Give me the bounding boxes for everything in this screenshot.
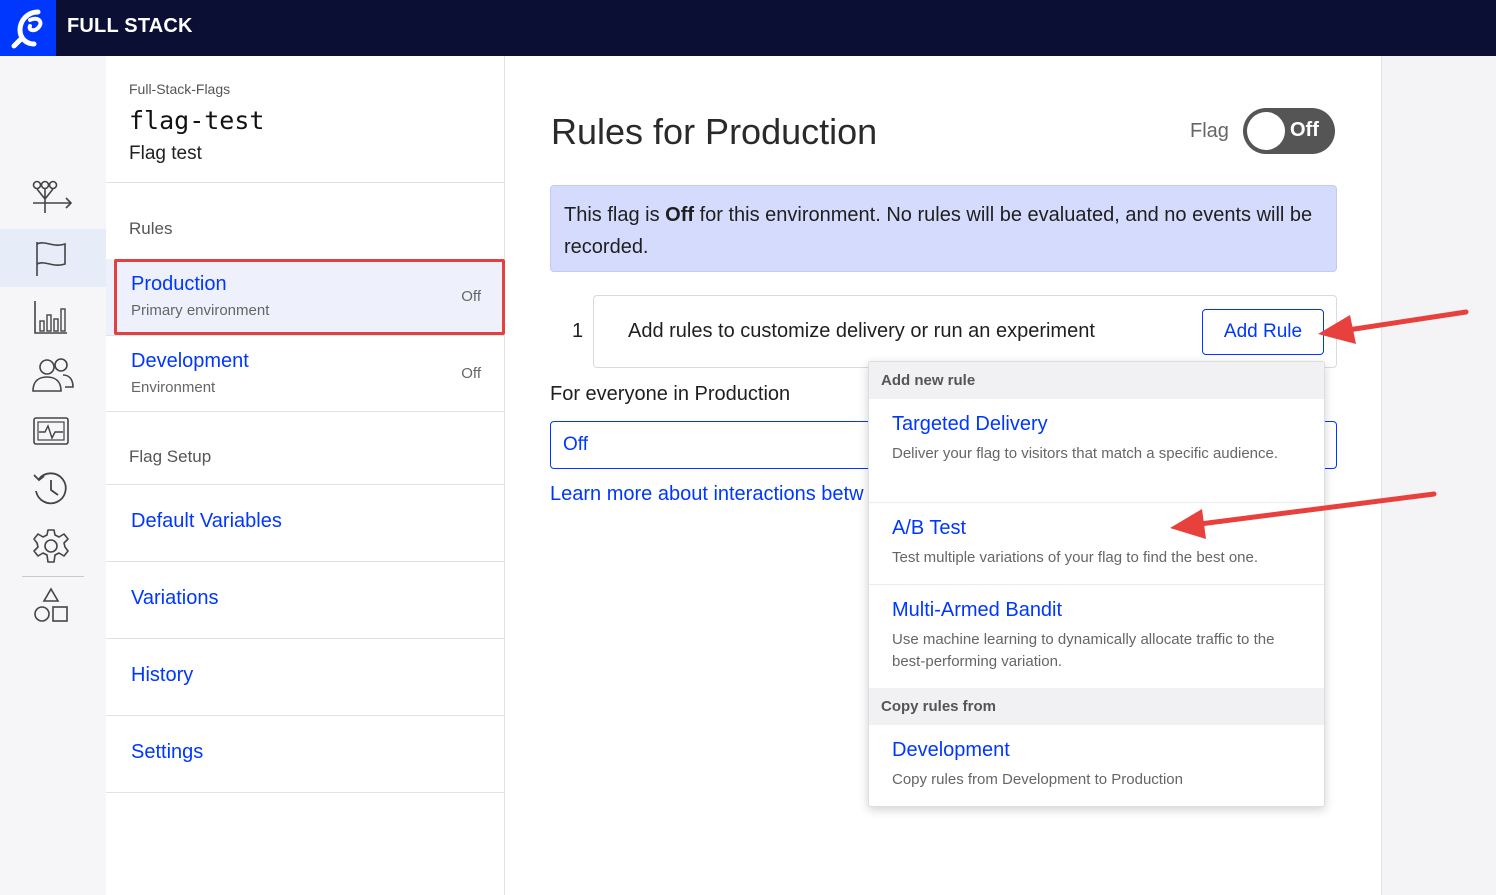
menu-item-title: A/B Test [892, 517, 967, 539]
rail-audiences[interactable] [0, 346, 106, 404]
env-status: Off [461, 365, 481, 382]
menu-item-title: Multi-Armed Bandit [892, 599, 1063, 621]
annotation-highlight-box [114, 259, 505, 335]
env-subtitle: Environment [131, 379, 216, 396]
nav-variations[interactable]: Variations [106, 562, 505, 639]
flows-icon [32, 180, 73, 213]
rail-settings[interactable] [0, 518, 106, 576]
nav-link-label: Variations [131, 587, 219, 609]
menu-item-title: Targeted Delivery [892, 413, 1048, 435]
audiences-icon [32, 358, 74, 392]
menu-item-description: Test multiple variations of your flag to… [892, 549, 1259, 566]
dropdown-section-header: Add new rule [869, 362, 1324, 399]
flag-icon [36, 242, 66, 276]
menu-item-description: Use machine learning to dynamically allo… [892, 631, 1275, 670]
optimizely-logo-icon[interactable] [0, 0, 56, 56]
product-name: FULL STACK [67, 15, 193, 37]
flag-key: flag-test [129, 106, 265, 135]
banner-text-pre: This flag is [564, 204, 666, 226]
flag-nav-panel: Full-Stack-Flags flag-test Flag test Rul… [106, 56, 505, 895]
rail-shapes[interactable] [0, 577, 106, 635]
flag-off-banner: This flag is Off for this environment. N… [550, 185, 1337, 272]
env-development[interactable]: Development Environment Off [106, 336, 505, 412]
rule-number: 1 [572, 320, 584, 342]
env-name: Development [131, 350, 249, 372]
rail-flags[interactable] [0, 229, 106, 287]
events-icon [33, 417, 69, 445]
rail-reports[interactable] [0, 288, 106, 346]
project-name[interactable]: Full-Stack-Flags [129, 81, 230, 97]
section-label: Copy rules from [881, 698, 997, 715]
menu-item-targeted-delivery[interactable]: Targeted Delivery Deliver your flag to v… [869, 399, 1324, 503]
nav-history[interactable]: History [106, 639, 505, 716]
toggle-state: Off [1290, 119, 1319, 141]
nav-default-variables[interactable]: Default Variables [106, 485, 505, 562]
nav-divider [106, 411, 505, 412]
icon-rail [0, 56, 106, 895]
rail-flows[interactable] [0, 170, 106, 228]
rail-events[interactable] [0, 403, 106, 461]
flag-toggle-label: Flag [1190, 120, 1229, 142]
menu-item-multi-armed-bandit[interactable]: Multi-Armed Bandit Use machine learning … [869, 585, 1324, 688]
add-rule-dropdown: Add new rule Targeted Delivery Deliver y… [868, 361, 1325, 807]
settings-gear-icon [33, 529, 69, 563]
rule-placeholder-text: Add rules to customize delivery or run a… [628, 320, 1095, 342]
rail-history[interactable] [0, 460, 106, 518]
flag-setup-heading: Flag Setup [129, 447, 212, 466]
menu-item-copy-development[interactable]: Development Copy rules from Development … [869, 725, 1324, 806]
flag-toggle[interactable]: Off [1243, 108, 1335, 154]
reports-icon [34, 301, 67, 334]
page-title: Rules for Production [551, 111, 878, 152]
top-bar: FULL STACK [0, 0, 1496, 56]
nav-link-label: Default Variables [131, 510, 282, 532]
flag-name: Flag test [129, 143, 202, 164]
banner-text-bold: Off [665, 204, 695, 226]
menu-item-description: Copy rules from Development to Productio… [892, 771, 1183, 788]
toggle-knob [1247, 112, 1285, 150]
nav-divider [106, 182, 505, 183]
dropdown-section-header: Copy rules from [869, 688, 1324, 725]
nav-link-label: History [131, 664, 194, 686]
learn-more-link[interactable]: Learn more about interactions betw [550, 483, 864, 506]
menu-item-title: Development [892, 739, 1010, 761]
nav-link-label: Settings [131, 741, 204, 763]
rules-heading: Rules [129, 219, 173, 238]
menu-item-ab-test[interactable]: A/B Test Test multiple variations of you… [869, 503, 1324, 585]
nav-settings[interactable]: Settings [106, 716, 505, 793]
shapes-icon [34, 587, 68, 622]
select-value: Off [563, 434, 588, 455]
add-rule-button[interactable]: Add Rule [1202, 309, 1324, 355]
everyone-rule-label: For everyone in Production [550, 383, 791, 405]
history-icon [33, 472, 67, 505]
section-label: Add new rule [881, 372, 976, 389]
menu-item-description: Deliver your flag to visitors that match… [892, 445, 1279, 462]
